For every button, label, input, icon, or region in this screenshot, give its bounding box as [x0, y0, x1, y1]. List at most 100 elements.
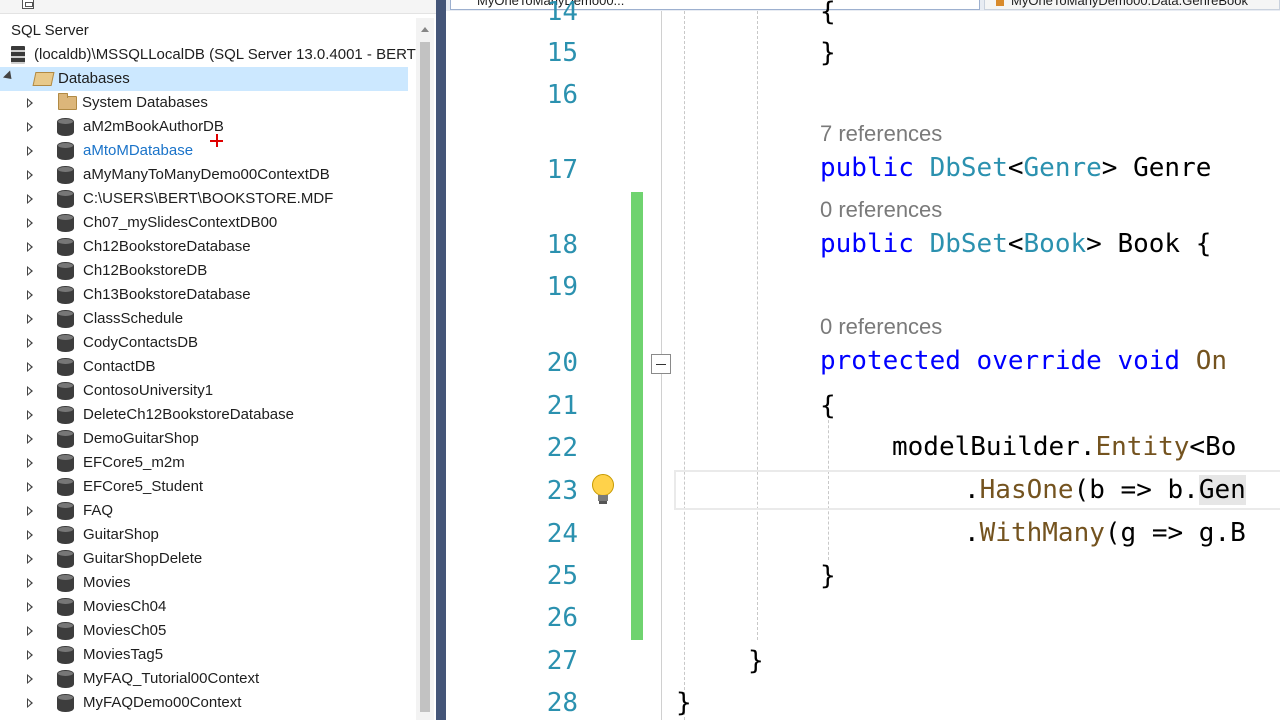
tree-item[interactable]: ContosoUniversity1	[0, 379, 408, 403]
class-file-icon	[996, 0, 1004, 6]
expand-arrow-icon[interactable]	[27, 290, 33, 300]
tree-item[interactable]: C:\USERS\BERT\BOOKSTORE.MDF	[0, 187, 408, 211]
tree-server-node[interactable]: (localdb)\MSSQLLocalDB (SQL Server 13.0.…	[0, 43, 416, 67]
tree-item[interactable]: Ch07_mySlidesContextDB00	[0, 211, 408, 235]
tree-item[interactable]: System Databases	[0, 91, 408, 115]
code-token: Gen	[1198, 475, 1246, 505]
expand-arrow-icon[interactable]	[27, 338, 33, 348]
tree-item[interactable]: DeleteCh12BookstoreDatabase	[0, 403, 408, 427]
expand-arrow-icon[interactable]	[27, 314, 33, 324]
tree-item-label: GuitarShop	[83, 526, 159, 543]
mouse-cursor-icon	[210, 134, 223, 147]
expand-arrow-icon[interactable]	[27, 386, 33, 396]
code-token: }	[820, 561, 836, 591]
expand-arrow-icon[interactable]	[27, 170, 33, 180]
tree-item-label: C:\USERS\BERT\BOOKSTORE.MDF	[83, 190, 334, 207]
expanded-arrow-icon[interactable]	[2, 70, 16, 83]
expand-arrow-icon[interactable]	[27, 434, 33, 444]
codelens-references[interactable]: 7 references	[820, 120, 942, 148]
code-token: }	[748, 646, 764, 676]
tree-item-label: ContactDB	[83, 358, 156, 375]
line-number: 27	[546, 646, 578, 676]
tree-item[interactable]: EFCore5_Student	[0, 475, 408, 499]
tree-item[interactable]: ClassSchedule	[0, 307, 408, 331]
tree-item[interactable]: Movies	[0, 571, 408, 595]
expand-arrow-icon[interactable]	[27, 194, 33, 204]
expand-arrow-icon[interactable]	[27, 650, 33, 660]
tree-item[interactable]: ContactDB	[0, 355, 408, 379]
tree-item[interactable]: aMtoMDatabase	[0, 139, 408, 163]
code-editor[interactable]: MyOneToManyDemo00... MyOneToManyDemo00.D…	[446, 0, 1280, 720]
tree-item[interactable]: EFCore5_m2m	[0, 451, 408, 475]
code-line-23: .HasOne(b => b.Gen	[964, 474, 1246, 506]
database-icon	[57, 262, 74, 280]
expand-arrow-icon[interactable]	[27, 362, 33, 372]
database-icon	[57, 478, 74, 496]
tree-item[interactable]: GuitarShopDelete	[0, 547, 408, 571]
toolbar-icon[interactable]	[22, 0, 34, 9]
expand-arrow-icon[interactable]	[27, 410, 33, 420]
line-number: 22	[546, 433, 578, 463]
document-tab[interactable]: MyOneToManyDemo00.Data.GenreBook	[984, 0, 1280, 10]
database-icon	[57, 358, 74, 376]
database-icon	[57, 550, 74, 568]
folder-icon	[58, 93, 77, 110]
expand-arrow-icon[interactable]	[27, 266, 33, 276]
scroll-up-arrow-icon[interactable]	[421, 27, 429, 32]
tree-item[interactable]: Ch12BookstoreDB	[0, 259, 408, 283]
tree-item-label: EFCore5_m2m	[83, 454, 185, 471]
code-token: (b => b.	[1073, 475, 1199, 505]
tree-item[interactable]: MoviesCh05	[0, 619, 408, 643]
tree-item[interactable]: aMyManyToManyDemo00ContextDB	[0, 163, 408, 187]
expand-arrow-icon[interactable]	[27, 482, 33, 492]
line-number: 18	[546, 230, 578, 260]
tree-item[interactable]: CodyContactsDB	[0, 331, 408, 355]
database-icon	[57, 142, 74, 160]
line-number: 25	[546, 561, 578, 591]
database-icon	[57, 574, 74, 592]
expand-arrow-icon[interactable]	[27, 218, 33, 228]
expand-arrow-icon[interactable]	[27, 122, 33, 132]
tree-databases-node[interactable]: Databases	[0, 67, 408, 91]
folder-open-icon	[32, 72, 55, 86]
expand-arrow-icon[interactable]	[27, 530, 33, 540]
lightbulb-icon[interactable]	[592, 474, 614, 506]
tree-item-label: GuitarShopDelete	[83, 550, 203, 567]
tree-item[interactable]: Ch13BookstoreDatabase	[0, 283, 408, 307]
database-icon	[57, 238, 74, 256]
code-token: {	[820, 391, 836, 421]
database-icon	[57, 694, 74, 712]
expand-arrow-icon[interactable]	[27, 554, 33, 564]
collapse-region-icon[interactable]	[651, 354, 671, 374]
tree-item[interactable]: MyFAQDemo00Context	[0, 691, 408, 715]
code-keyword: public	[820, 229, 914, 259]
expand-arrow-icon[interactable]	[27, 146, 33, 156]
code-token: }	[820, 38, 836, 68]
tree-root-sql-server[interactable]: SQL Server	[0, 19, 408, 43]
expand-arrow-icon[interactable]	[27, 626, 33, 636]
tree-item[interactable]: aM2mBookAuthorDB	[0, 115, 408, 139]
expand-arrow-icon[interactable]	[27, 458, 33, 468]
panel-splitter[interactable]	[436, 0, 446, 720]
expand-arrow-icon[interactable]	[27, 98, 33, 108]
code-token: .	[964, 475, 980, 505]
tree-item[interactable]: Ch12BookstoreDatabase	[0, 235, 408, 259]
expand-arrow-icon[interactable]	[27, 602, 33, 612]
codelens-references[interactable]: 0 references	[820, 196, 942, 224]
line-number: 26	[546, 603, 578, 633]
expand-arrow-icon[interactable]	[27, 674, 33, 684]
expand-arrow-icon[interactable]	[27, 698, 33, 708]
tree-item[interactable]: MyFAQ_Tutorial00Context	[0, 667, 408, 691]
tree-item[interactable]: FAQ	[0, 499, 408, 523]
tree-item-label: EFCore5_Student	[83, 478, 204, 495]
tree-item[interactable]: DemoGuitarShop	[0, 427, 408, 451]
expand-arrow-icon[interactable]	[27, 242, 33, 252]
expand-arrow-icon[interactable]	[27, 578, 33, 588]
tree-item[interactable]: MoviesTag5	[0, 643, 408, 667]
tree-item[interactable]: MoviesCh04	[0, 595, 408, 619]
expand-arrow-icon[interactable]	[27, 506, 33, 516]
codelens-references[interactable]: 0 references	[820, 313, 942, 341]
scrollbar-thumb[interactable]	[420, 42, 430, 712]
tree-item[interactable]: GuitarShop	[0, 523, 408, 547]
explorer-scrollbar[interactable]	[416, 18, 434, 720]
